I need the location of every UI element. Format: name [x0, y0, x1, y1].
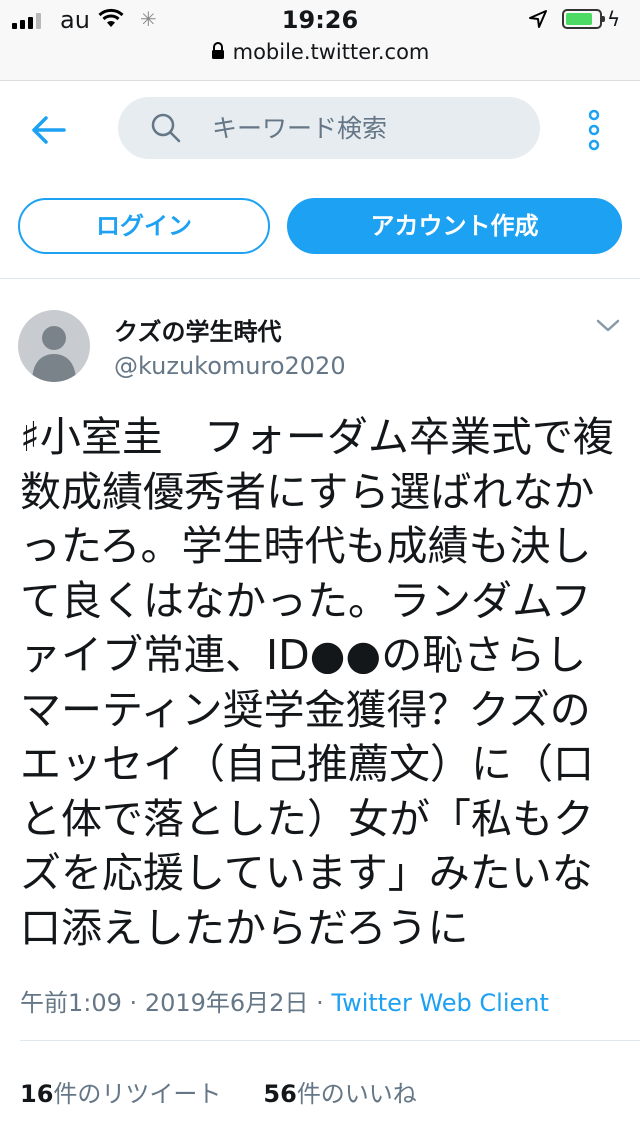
retweet-label: 件のリツイート: [53, 1080, 222, 1108]
user-handle[interactable]: @kuzukomuro2020: [114, 352, 346, 380]
tweet-text: ♯小室圭 フォーダム卒業式で複数成績優秀者にすら選ばれなかったろ。学生時代も成績…: [20, 413, 614, 952]
divider: [20, 1040, 640, 1041]
signup-button[interactable]: アカウント作成: [287, 198, 622, 254]
url-text: mobile.twitter.com: [232, 40, 430, 64]
vertical-dots-icon[interactable]: [582, 108, 606, 152]
like-count: 56: [263, 1080, 297, 1108]
like-stat[interactable]: 56件のいいね: [263, 1080, 416, 1108]
lock-icon: [211, 42, 224, 59]
search-box[interactable]: [118, 97, 540, 159]
tweet-stats: 16件のリツイート 56件のいいね: [20, 1074, 417, 1109]
login-button[interactable]: ログイン: [18, 198, 270, 254]
avatar[interactable]: [18, 310, 90, 382]
battery-icon: [562, 9, 605, 29]
chevron-down-icon[interactable]: [594, 316, 622, 336]
charging-bolt-icon: ϟ: [607, 7, 621, 31]
arrow-left-icon[interactable]: [28, 110, 68, 150]
status-bar: au ✳ 19:26 ϟ: [0, 0, 640, 40]
display-name[interactable]: クズの学生時代: [114, 312, 282, 347]
top-navigation: [0, 80, 640, 180]
auth-buttons: ログイン アカウント作成: [0, 180, 640, 279]
tweet-metadata: 午前1:09 · 2019年6月2日 · Twitter Web Client: [20, 983, 549, 1018]
meta-separator: ·: [129, 989, 138, 1017]
url-bar[interactable]: mobile.twitter.com: [0, 40, 640, 74]
default-user-icon: [32, 326, 76, 382]
browser-chrome: au ✳ 19:26 ϟ mobile.twitter.com: [0, 0, 640, 81]
battery-level: [566, 13, 592, 25]
location-arrow-icon: [529, 10, 547, 28]
retweet-count: 16: [20, 1080, 54, 1108]
tweet-client-link[interactable]: Twitter Web Client: [331, 989, 549, 1017]
search-icon: [151, 113, 181, 143]
tweet-date[interactable]: 2019年6月2日: [145, 989, 309, 1017]
retweet-stat[interactable]: 16件のリツイート: [20, 1080, 221, 1108]
meta-separator: ·: [316, 989, 324, 1017]
search-input[interactable]: [212, 97, 512, 159]
tweet-time[interactable]: 午前1:09: [20, 989, 122, 1017]
like-label: 件のいいね: [296, 1080, 417, 1108]
